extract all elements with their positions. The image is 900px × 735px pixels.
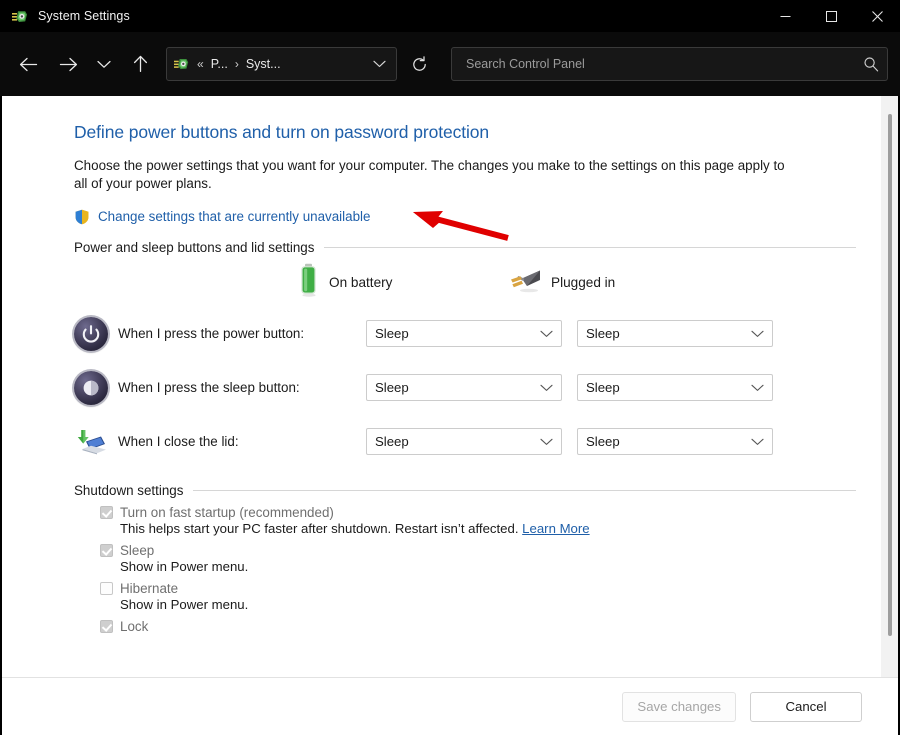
system-settings-icon — [12, 8, 29, 25]
close-lid-on-battery-dropdown[interactable]: Sleep — [366, 428, 562, 455]
power-section-title: Power and sleep buttons and lid settings — [74, 240, 314, 255]
search-icon[interactable] — [863, 56, 879, 72]
search-box[interactable] — [451, 47, 888, 81]
up-button[interactable] — [120, 44, 160, 84]
lock-checkbox[interactable] — [100, 620, 113, 633]
chevron-down-icon — [751, 384, 766, 392]
power-button-label: When I press the power button: — [118, 326, 366, 341]
setting-row-sleep-button: When I press the sleep button: Sleep Sle… — [74, 361, 856, 415]
sleep-button-icon — [74, 371, 108, 405]
address-system-settings-icon — [174, 56, 190, 72]
sleep-button-on-battery-dropdown[interactable]: Sleep — [366, 374, 562, 401]
on-battery-label: On battery — [329, 275, 392, 290]
shutdown-item-lock: Lock — [74, 619, 856, 634]
save-changes-button[interactable]: Save changes — [622, 692, 736, 722]
dialog-footer: Save changes Cancel — [2, 677, 898, 735]
change-settings-row[interactable]: Change settings that are currently unava… — [74, 209, 856, 225]
breadcrumb-item-2[interactable]: Syst... — [246, 57, 281, 71]
chevron-down-icon — [540, 384, 555, 392]
uac-shield-icon — [74, 209, 90, 225]
learn-more-link[interactable]: Learn More — [522, 521, 589, 536]
sleep-button-plugged-in-dropdown[interactable]: Sleep — [577, 374, 773, 401]
fast-startup-sub-text: This helps start your PC faster after sh… — [120, 521, 519, 536]
page-title: Define power buttons and turn on passwor… — [74, 122, 856, 143]
hibernate-checkbox[interactable] — [100, 582, 113, 595]
breadcrumb-overflow[interactable]: « — [196, 57, 205, 71]
checkbox-row[interactable]: Turn on fast startup (recommended) — [74, 505, 856, 520]
back-button[interactable] — [8, 44, 48, 84]
shutdown-section-header: Shutdown settings — [74, 483, 856, 498]
checkbox-row[interactable]: Lock — [74, 619, 856, 634]
column-headers: On battery — [74, 259, 856, 307]
scrollbar-thumb[interactable] — [888, 114, 892, 636]
system-settings-window: System Settings — [0, 0, 900, 735]
power-button-icon — [74, 317, 108, 351]
close-lid-on-battery-value: Sleep — [375, 434, 540, 449]
vertical-scrollbar[interactable] — [881, 96, 898, 677]
minimize-button[interactable] — [762, 0, 808, 32]
navigation-toolbar: « P... › Syst... — [0, 32, 900, 96]
cancel-button[interactable]: Cancel — [750, 692, 862, 722]
close-lid-label: When I close the lid: — [118, 434, 366, 449]
power-button-on-battery-value: Sleep — [375, 326, 540, 341]
caption-buttons — [762, 0, 900, 32]
change-settings-link[interactable]: Change settings that are currently unava… — [98, 209, 370, 224]
sleep-checkbox[interactable] — [100, 544, 113, 557]
close-lid-plugged-in-value: Sleep — [586, 434, 751, 449]
chevron-down-icon — [540, 330, 555, 338]
power-button-plugged-in-dropdown[interactable]: Sleep — [577, 320, 773, 347]
section-divider — [324, 247, 856, 248]
fast-startup-label: Turn on fast startup (recommended) — [120, 505, 334, 520]
scrollable-content: Define power buttons and turn on passwor… — [2, 96, 898, 677]
breadcrumb-item-1[interactable]: P... — [211, 57, 228, 71]
laptop-lid-icon — [74, 425, 108, 459]
lock-label: Lock — [120, 619, 148, 634]
shutdown-item-sleep: Sleep Show in Power menu. — [74, 543, 856, 574]
content-area: Define power buttons and turn on passwor… — [0, 96, 900, 735]
setting-row-power-button: When I press the power button: Sleep Sle… — [74, 307, 856, 361]
sleep-label: Sleep — [120, 543, 154, 558]
hibernate-label: Hibernate — [120, 581, 178, 596]
sleep-button-on-battery-value: Sleep — [375, 380, 540, 395]
power-plug-icon — [509, 267, 541, 298]
chevron-down-icon — [751, 330, 766, 338]
shutdown-item-hibernate: Hibernate Show in Power menu. — [74, 581, 856, 612]
fast-startup-description: This helps start your PC faster after sh… — [74, 521, 856, 536]
window-title: System Settings — [38, 9, 130, 23]
hibernate-description: Show in Power menu. — [74, 597, 856, 612]
breadcrumb-separator: › — [234, 57, 240, 71]
refresh-icon[interactable] — [399, 47, 439, 81]
checkbox-row[interactable]: Hibernate — [74, 581, 856, 596]
address-chevron-down-icon[interactable] — [366, 50, 392, 78]
sleep-button-plugged-in-value: Sleep — [586, 380, 751, 395]
close-button[interactable] — [854, 0, 900, 32]
title-bar-left: System Settings — [0, 8, 130, 25]
title-bar: System Settings — [0, 0, 900, 32]
sleep-description: Show in Power menu. — [74, 559, 856, 574]
content-inner: Define power buttons and turn on passwor… — [2, 122, 898, 634]
page-description: Choose the power settings that you want … — [74, 157, 786, 193]
power-section-header: Power and sleep buttons and lid settings — [74, 240, 856, 255]
plugged-in-label: Plugged in — [551, 275, 615, 290]
shutdown-section-title: Shutdown settings — [74, 483, 183, 498]
setting-row-close-lid: When I close the lid: Sleep Sleep — [74, 415, 856, 469]
column-header-on-battery: On battery — [298, 263, 509, 302]
power-button-on-battery-dropdown[interactable]: Sleep — [366, 320, 562, 347]
column-header-plugged-in: Plugged in — [509, 267, 615, 298]
chevron-down-icon — [540, 438, 555, 446]
checkbox-row[interactable]: Sleep — [74, 543, 856, 558]
section-divider — [193, 490, 856, 491]
recent-locations-chevron-down-icon[interactable] — [88, 44, 120, 84]
chevron-down-icon — [751, 438, 766, 446]
address-bar[interactable]: « P... › Syst... — [166, 47, 397, 81]
maximize-button[interactable] — [808, 0, 854, 32]
shutdown-item-fast-startup: Turn on fast startup (recommended) This … — [74, 505, 856, 536]
battery-icon — [298, 263, 319, 302]
fast-startup-checkbox[interactable] — [100, 506, 113, 519]
close-lid-plugged-in-dropdown[interactable]: Sleep — [577, 428, 773, 455]
sleep-button-label: When I press the sleep button: — [118, 380, 366, 395]
power-button-plugged-in-value: Sleep — [586, 326, 751, 341]
forward-button[interactable] — [48, 44, 88, 84]
search-input[interactable] — [464, 56, 863, 72]
